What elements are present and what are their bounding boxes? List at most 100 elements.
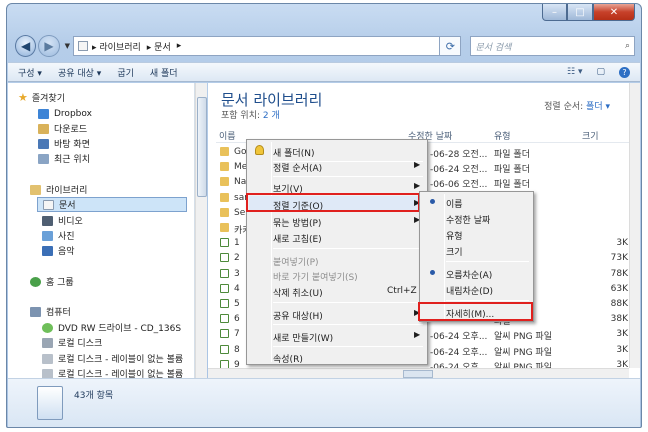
address-bar[interactable]: ▸ 라이브러리 ▸ 문서 ▸ (73, 36, 441, 56)
includes-label: 포함 위치: (221, 111, 261, 121)
nav-item-label: 로컬 디스크 (58, 339, 103, 349)
menu-item-share-with[interactable]: 공유 대상(H) ▶ (249, 306, 425, 322)
h-scroll-thumb[interactable] (403, 370, 433, 378)
menu-item-arrange-by[interactable]: 정렬 순서(A) ▶ (249, 158, 425, 174)
png-file-icon (220, 344, 229, 354)
burn-button[interactable]: 굽기 (117, 66, 134, 79)
menu-item-refresh[interactable]: 새로 고침(E) (249, 229, 425, 245)
menu-item-undo-delete[interactable]: 삭제 취소(U) Ctrl+Z (249, 283, 425, 299)
nav-computer[interactable]: 컴퓨터 (30, 304, 71, 319)
sort-option-ascending[interactable]: 오름차순(A) (422, 265, 531, 281)
breadcrumb-chevron[interactable]: ▸ (177, 41, 182, 51)
sort-option-type[interactable]: 유형 (422, 226, 531, 242)
file-date: -06-24 오후... (430, 332, 488, 343)
file-size: 63K (610, 283, 628, 294)
organize-button[interactable]: 구성 ▾ (18, 66, 42, 79)
sort-option-descending[interactable]: 내림차순(D) (422, 281, 531, 297)
sort-option-size[interactable]: 크기 (422, 242, 531, 258)
nav-item-dvd-drive[interactable]: DVD RW 드라이브 - CD_136S (42, 320, 181, 335)
nav-item-dropbox[interactable]: Dropbox (38, 106, 92, 121)
file-name: 3 (234, 268, 240, 279)
view-options-button[interactable]: ☷ ▾ (567, 67, 582, 77)
search-icon: ⌕ (624, 41, 630, 51)
folder-icon (220, 223, 229, 232)
forward-button[interactable]: ▶ (38, 35, 60, 57)
menu-item-label: 정렬 순서(A) (273, 164, 323, 174)
forward-arrow-icon: ▶ (44, 39, 54, 53)
menu-item-new-folder[interactable]: 새 폴더(N) (249, 143, 425, 159)
search-input[interactable]: 문서 검색 ⌕ (470, 36, 635, 56)
arrange-by: 정렬 순서: 폴더 ▾ (544, 99, 610, 112)
nav-item-volume-1[interactable]: 로컬 디스크 - 레이블이 없는 볼륨 (42, 351, 183, 366)
nav-item-videos[interactable]: 비디오 (42, 213, 83, 228)
content-vertical-scrollbar[interactable] (629, 83, 640, 368)
menu-separator (446, 300, 529, 301)
sort-option-date-modified[interactable]: 수정한 날짜 (422, 210, 531, 226)
menu-item-label: 속성(R) (273, 355, 303, 365)
nav-item-label: 문서 (59, 201, 76, 211)
nav-item-documents[interactable]: 문서 (37, 197, 187, 212)
nav-libraries[interactable]: 라이브러리 (30, 182, 87, 197)
nav-item-recent[interactable]: 최근 위치 (38, 151, 90, 166)
column-size[interactable]: 크기 (582, 129, 599, 142)
nav-item-desktop[interactable]: 바탕 화면 (38, 136, 90, 151)
includes-count-link[interactable]: 2 개 (263, 111, 280, 121)
nav-item-label: 사진 (58, 232, 75, 242)
nav-item-label: DVD RW 드라이브 - CD_136S (58, 324, 182, 334)
menu-item-new[interactable]: 새로 만들기(W) ▶ (249, 328, 425, 344)
dropbox-icon (38, 108, 49, 119)
file-type: 파일 폴더 (494, 165, 530, 176)
file-size: 78K (610, 268, 628, 279)
back-button[interactable]: ◀ (15, 35, 37, 57)
menu-item-paste[interactable]: 붙여넣기(P) (249, 252, 425, 268)
nav-item-music[interactable]: 음악 (42, 243, 75, 258)
share-with-button[interactable]: 공유 대상 ▾ (58, 66, 101, 79)
menu-item-label: 수정한 날짜 (446, 216, 491, 226)
refresh-icon: ⟳ (445, 39, 455, 53)
back-arrow-icon: ◀ (21, 39, 31, 53)
content-horizontal-scrollbar[interactable] (208, 368, 629, 378)
desktop-icon (38, 138, 49, 149)
nav-item-local-disk[interactable]: 로컬 디스크 (42, 335, 102, 350)
help-button[interactable]: ? (619, 66, 630, 78)
menu-item-label: 유형 (446, 232, 463, 242)
file-name: 4 (234, 283, 240, 294)
menu-item-paste-shortcut[interactable]: 바로 가기 붙여넣기(S) (249, 267, 425, 283)
file-name: 2 (234, 253, 240, 264)
column-name[interactable]: 이름 (219, 129, 236, 142)
nav-scrollbar[interactable] (195, 83, 207, 378)
breadcrumb-libraries[interactable]: ▸ 라이브러리 (92, 40, 141, 53)
new-folder-button[interactable]: 새 폴더 (150, 66, 178, 79)
nav-item-pictures[interactable]: 사진 (42, 228, 75, 243)
file-date: -06-24 오전... (430, 165, 488, 176)
videos-icon (42, 215, 53, 226)
refresh-button[interactable]: ⟳ (440, 36, 462, 56)
close-button[interactable]: ✕ (593, 4, 635, 21)
nav-homegroup[interactable]: 홈 그룹 (30, 274, 74, 289)
arrange-by-dropdown[interactable]: 폴더 ▾ (586, 102, 610, 112)
minimize-button[interactable]: – (542, 4, 567, 21)
local-disk-icon (42, 368, 53, 378)
menu-separator (273, 346, 423, 347)
local-disk-icon (42, 353, 53, 364)
folder-icon (220, 192, 229, 202)
nav-item-label: 로컬 디스크 - 레이블이 없는 볼륨 (58, 355, 184, 365)
nav-item-volume-2[interactable]: 로컬 디스크 - 레이블이 없는 볼륨 (42, 366, 183, 378)
menu-item-group-by[interactable]: 묶는 방법(P) ▶ (249, 213, 425, 229)
nav-favorites[interactable]: ★ 즐겨찾기 (18, 90, 65, 105)
menu-item-label: 오름차순(A) (446, 271, 493, 281)
recent-pages-dropdown[interactable]: ▼ (65, 42, 70, 50)
radio-bullet-icon (430, 199, 435, 204)
preview-pane-button[interactable]: ▢ (596, 67, 605, 77)
nav-item-downloads[interactable]: 다운로드 (38, 121, 87, 136)
menu-separator (273, 302, 423, 303)
arrange-label: 정렬 순서: (544, 102, 584, 112)
menu-item-label: 이름 (446, 200, 463, 210)
column-type[interactable]: 유형 (494, 129, 511, 142)
breadcrumb-documents[interactable]: ▸ 문서 (147, 40, 171, 53)
sort-option-name[interactable]: 이름 (422, 194, 531, 210)
menu-item-properties[interactable]: 속성(R) (249, 349, 425, 365)
maximize-button[interactable]: □ (567, 4, 593, 21)
folder-icon (220, 177, 229, 187)
nav-scroll-thumb[interactable] (197, 97, 207, 197)
